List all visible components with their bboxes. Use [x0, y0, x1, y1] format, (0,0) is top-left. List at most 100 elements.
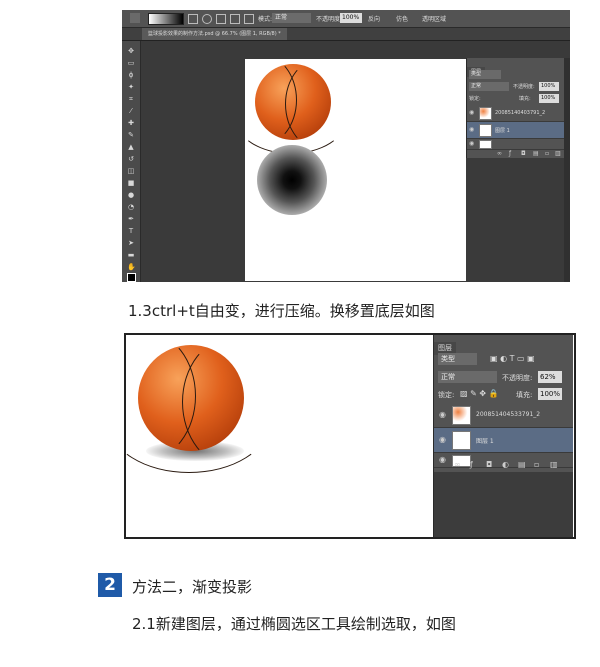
layer-row-layer1[interactable]: ◉ 图层 1	[434, 428, 573, 453]
delete-icon[interactable]: ▥	[555, 150, 561, 158]
layer-row-basketball[interactable]: ◉ 2008514040379­1_2	[467, 105, 565, 122]
layer-thumbnail	[479, 124, 492, 137]
eye-icon[interactable]: ◉	[469, 140, 474, 147]
mask-icon[interactable]: ◘	[486, 459, 492, 471]
new-group-icon[interactable]: ▤	[518, 459, 526, 471]
delete-icon[interactable]: ▥	[550, 459, 558, 471]
opacity-input[interactable]: 100%	[340, 13, 362, 23]
adjustment-icon[interactable]: ◐	[502, 459, 509, 471]
basketball-image	[126, 335, 270, 473]
radial-shadow	[257, 145, 327, 215]
document-tab[interactable]: 篮球投影效果的制作方法.psd @ 66.7% (图层 1, RGB/8) *	[142, 28, 287, 40]
layer-opacity-label: 不透明度:	[502, 374, 533, 382]
layer-row-background[interactable]: ◉	[467, 139, 565, 150]
gradient-tool-icon[interactable]: ■	[127, 179, 135, 187]
blur-tool-icon[interactable]: ●	[127, 191, 135, 199]
step-number-badge: 2	[98, 573, 122, 597]
fill-input[interactable]: 100%	[538, 388, 562, 400]
fx-icon[interactable]: ƒ	[509, 150, 511, 158]
layer-thumbnail	[479, 107, 492, 120]
layer-row-layer1[interactable]: ◉ 图层 1	[467, 122, 565, 139]
new-layer-icon[interactable]: ▫	[534, 459, 539, 471]
caption-step-2-1: 2.1新建图层，通过椭圆选区工具绘制选取，如图	[132, 615, 456, 633]
panel-scrollbar[interactable]	[564, 58, 570, 282]
fill-label: 填充:	[516, 391, 533, 399]
move-tool-icon[interactable]: ✥	[127, 47, 135, 55]
transparency-checkbox[interactable]: 透明区域	[422, 14, 446, 23]
eye-icon[interactable]: ◉	[439, 410, 446, 419]
layers-footer: ∞ ƒ ◘ ▤ ▫ ▥	[467, 150, 565, 158]
eye-icon[interactable]: ◉	[469, 109, 474, 116]
canvas[interactable]	[235, 54, 466, 281]
brush-tool-icon[interactable]: ✎	[127, 131, 135, 139]
dodge-tool-icon[interactable]: ◔	[127, 203, 135, 211]
angle-gradient-icon[interactable]	[216, 14, 226, 24]
basketball-image	[235, 54, 347, 154]
reflected-gradient-icon[interactable]	[230, 14, 240, 24]
magic-wand-tool-icon[interactable]: ✦	[127, 83, 135, 91]
layer-name: 2008514040379­1_2	[495, 110, 546, 116]
gradient-tool-icon[interactable]	[130, 13, 140, 23]
gradient-picker[interactable]	[148, 13, 184, 25]
eye-icon[interactable]: ◉	[469, 126, 474, 133]
layer-row-basketball[interactable]: ◉ 20085140453379­1_2	[434, 403, 573, 428]
options-bar: 模式: 正常 不透明度: 100% 反向 仿色 透明区域	[122, 10, 570, 28]
blend-mode-select[interactable]: 正常	[469, 82, 509, 91]
link-icon[interactable]: ∞	[497, 150, 502, 158]
diamond-gradient-icon[interactable]	[244, 14, 254, 24]
layer-opacity-input[interactable]: 62%	[538, 371, 562, 383]
layer-thumbnail	[479, 140, 492, 149]
reverse-checkbox[interactable]: 反向	[368, 14, 380, 23]
lock-label: 锁定:	[438, 391, 455, 399]
shape-tool-icon[interactable]: ▬	[127, 251, 135, 259]
layers-footer: ∞ ƒ ◘ ◐ ▤ ▫ ▥	[434, 459, 573, 471]
blend-mode-select[interactable]: 正常	[438, 371, 497, 383]
lock-label: 锁定:	[469, 96, 481, 102]
layer-filter-select[interactable]: 类型	[469, 70, 501, 79]
crop-tool-icon[interactable]: ⌗	[127, 95, 135, 103]
healing-brush-tool-icon[interactable]: ✚	[127, 119, 135, 127]
foreground-color-swatch[interactable]	[127, 273, 136, 282]
layer-filter-select[interactable]: 类型	[438, 353, 477, 365]
marquee-tool-icon[interactable]: ▭	[127, 59, 135, 67]
mode-label: 模式:	[258, 16, 273, 23]
filter-icons[interactable]: ▣ ◐ T ▭ ▣	[490, 354, 535, 363]
layer-name: 图层 1	[495, 128, 510, 134]
layer-name: 图层 1	[476, 438, 494, 445]
mask-icon[interactable]: ◘	[521, 150, 526, 158]
tools-panel: ✥ ▭ ϕ ✦ ⌗ ⁄ ✚ ✎ ▲ ↺ ◫ ■ ● ◔ ✒ T ➤ ▬ ✋	[122, 41, 141, 282]
fill-label: 填充:	[519, 96, 531, 102]
photoshop-screenshot-1: 模式: 正常 不透明度: 100% 反向 仿色 透明区域 篮球投影效果的制作方法…	[122, 10, 570, 282]
dither-checkbox[interactable]: 仿色	[396, 14, 408, 23]
photoshop-screenshot-2: 图层 类型 ▣ ◐ T ▭ ▣ 正常 不透明度: 62% 锁定: ▨ ✎ ✥ 🔒…	[124, 333, 576, 539]
step-title: 方法二，渐变投影	[132, 578, 253, 596]
eyedropper-tool-icon[interactable]: ⁄	[127, 107, 135, 115]
history-brush-tool-icon[interactable]: ↺	[127, 155, 135, 163]
path-selection-tool-icon[interactable]: ➤	[127, 239, 135, 247]
layer-thumbnail	[452, 406, 471, 425]
radial-gradient-icon[interactable]	[202, 14, 212, 24]
lasso-tool-icon[interactable]: ϕ	[127, 71, 135, 79]
linear-gradient-icon[interactable]	[188, 14, 198, 24]
opacity-label: 不透明度:	[316, 16, 343, 23]
caption-step-1-3: 1.3ctrl+t自由变，进行压缩。换移置底层如图	[128, 302, 435, 320]
fill-input[interactable]: 100%	[539, 94, 559, 103]
type-tool-icon[interactable]: T	[127, 227, 135, 235]
new-group-icon[interactable]: ▤	[533, 150, 539, 158]
hand-tool-icon[interactable]: ✋	[127, 263, 136, 271]
layer-name: 20085140453379­1_2	[476, 411, 541, 418]
layers-panel: 图层 类型 ▣ ◐ T ▭ ▣ 正常 不透明度: 62% 锁定: ▨ ✎ ✥ 🔒…	[433, 335, 573, 537]
lock-icons[interactable]: ▨ ✎ ✥ 🔒	[460, 389, 499, 398]
layer-thumbnail	[452, 431, 471, 450]
mode-select[interactable]: 正常	[272, 13, 311, 23]
panel-empty-area	[434, 472, 573, 537]
layers-panel: 图层 类型 正常 不透明度: 100% 锁定: 填充: 100% ◉ 20085…	[466, 58, 565, 158]
pen-tool-icon[interactable]: ✒	[127, 215, 135, 223]
clone-stamp-tool-icon[interactable]: ▲	[127, 143, 135, 151]
layer-opacity-input[interactable]: 100%	[539, 82, 559, 91]
fx-icon[interactable]: ƒ	[470, 459, 473, 471]
new-layer-icon[interactable]: ▫	[545, 150, 549, 158]
eye-icon[interactable]: ◉	[439, 435, 446, 444]
eraser-tool-icon[interactable]: ◫	[127, 167, 135, 175]
link-icon[interactable]: ∞	[454, 459, 461, 471]
